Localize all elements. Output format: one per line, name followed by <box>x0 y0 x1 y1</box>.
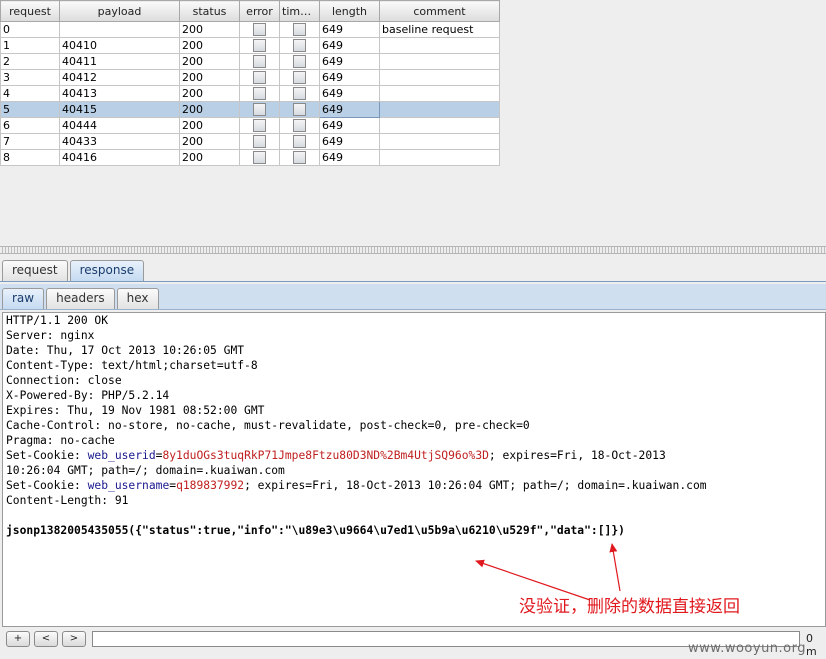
search-next-button[interactable]: > <box>62 631 86 647</box>
search-previous-button[interactable]: < <box>34 631 58 647</box>
annotation-arrow-right <box>609 543 621 592</box>
watermark: www.wooyun.org <box>688 641 807 656</box>
annotation-arrows <box>475 543 621 601</box>
annotation-arrow-left <box>475 559 591 601</box>
match-count: 0 m <box>806 632 817 658</box>
annotation-text: 没验证，删除的数据直接返回 <box>519 597 740 617</box>
search-help-button[interactable]: + <box>6 631 30 647</box>
